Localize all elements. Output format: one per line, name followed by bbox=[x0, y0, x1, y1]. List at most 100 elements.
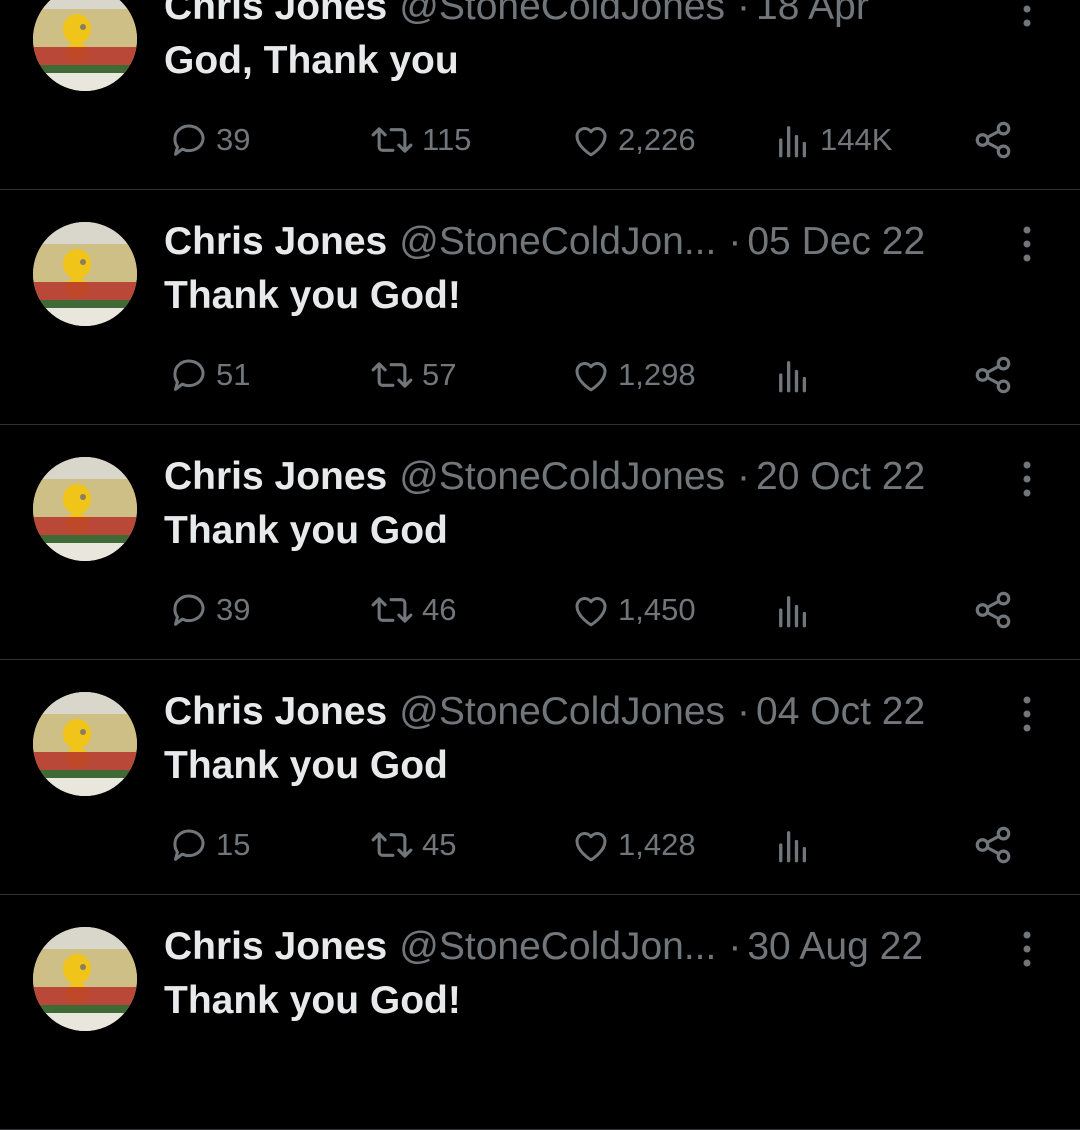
tweet-header: Chris Jones @StoneColdJones · 18 Apr bbox=[164, 0, 994, 31]
author-name[interactable]: Chris Jones bbox=[164, 688, 387, 736]
like-count: 1,428 bbox=[618, 827, 696, 862]
avatar[interactable] bbox=[33, 222, 137, 326]
avatar[interactable] bbox=[33, 457, 137, 561]
avatar[interactable] bbox=[33, 927, 137, 1031]
tweet-text: Thank you God! bbox=[164, 979, 461, 1022]
tweet-date[interactable]: 04 Oct 22 bbox=[756, 688, 925, 736]
like-button[interactable]: 1,298 bbox=[570, 353, 696, 397]
views-icon bbox=[779, 361, 807, 393]
author-name[interactable]: Chris Jones bbox=[164, 453, 387, 501]
more-button[interactable] bbox=[1012, 459, 1042, 499]
more-icon bbox=[1023, 5, 1031, 27]
separator: · bbox=[728, 925, 742, 968]
author-handle[interactable]: @StoneColdJon... bbox=[399, 218, 716, 266]
tweet-text: Thank you God bbox=[164, 509, 448, 552]
separator: · bbox=[728, 220, 742, 263]
tweet[interactable]: Chris Jones @StoneColdJon... · 05 Dec 22… bbox=[0, 190, 1080, 425]
reply-button[interactable]: 51 bbox=[168, 353, 250, 397]
reply-count: 39 bbox=[216, 592, 251, 627]
tweet-header: Chris Jones @StoneColdJones · 04 Oct 22 bbox=[164, 688, 994, 736]
tweet-actions: 15 45 1,428 bbox=[0, 823, 1080, 867]
more-button[interactable] bbox=[1012, 0, 1042, 29]
more-icon bbox=[1023, 931, 1031, 967]
tweet[interactable]: Chris Jones @StoneColdJones · 04 Oct 22 … bbox=[0, 660, 1080, 895]
like-button[interactable]: 1,428 bbox=[570, 823, 696, 867]
more-button[interactable] bbox=[1012, 929, 1042, 969]
separator: · bbox=[737, 455, 751, 498]
more-icon bbox=[1023, 461, 1031, 497]
tweet[interactable]: Chris Jones @StoneColdJones · 18 Apr God… bbox=[0, 0, 1080, 190]
share-icon bbox=[975, 826, 1011, 864]
like-icon bbox=[575, 832, 607, 862]
author-name[interactable]: Chris Jones bbox=[164, 0, 387, 31]
share-button[interactable] bbox=[972, 588, 1020, 632]
like-count: 1,298 bbox=[618, 357, 696, 392]
tweet[interactable]: Chris Jones @StoneColdJones · 20 Oct 22 … bbox=[0, 425, 1080, 660]
reply-icon bbox=[173, 594, 205, 626]
separator: · bbox=[737, 690, 751, 733]
like-button[interactable]: 2,226 bbox=[570, 118, 696, 162]
avatar-image bbox=[33, 0, 137, 91]
tweet-header: Chris Jones @StoneColdJon... · 05 Dec 22 bbox=[164, 218, 994, 266]
views-icon bbox=[779, 126, 807, 158]
author-name[interactable]: Chris Jones bbox=[164, 218, 387, 266]
share-button[interactable] bbox=[972, 118, 1020, 162]
share-button[interactable] bbox=[972, 353, 1020, 397]
like-icon bbox=[575, 362, 607, 392]
tweet-actions: 39 46 1,450 bbox=[0, 588, 1080, 632]
retweet-count: 57 bbox=[422, 357, 457, 392]
author-name[interactable]: Chris Jones bbox=[164, 923, 387, 971]
tweet-header: Chris Jones @StoneColdJon... · 30 Aug 22 bbox=[164, 923, 994, 971]
avatar[interactable] bbox=[33, 0, 137, 91]
like-count: 2,226 bbox=[618, 122, 696, 157]
avatar-image bbox=[33, 222, 137, 326]
tweet-date[interactable]: 18 Apr bbox=[756, 0, 869, 31]
tweet-date[interactable]: 30 Aug 22 bbox=[747, 923, 923, 971]
tweet-text: Thank you God! bbox=[164, 274, 461, 317]
reply-button[interactable]: 39 bbox=[168, 118, 250, 162]
more-icon bbox=[1023, 226, 1031, 262]
view-count: 144K bbox=[820, 122, 893, 157]
author-handle[interactable]: @StoneColdJon... bbox=[399, 923, 716, 971]
retweet-button[interactable]: 46 bbox=[368, 588, 456, 632]
views-button[interactable] bbox=[772, 353, 820, 397]
views-button[interactable]: 144K bbox=[772, 118, 892, 162]
tweet-date[interactable]: 05 Dec 22 bbox=[747, 218, 925, 266]
reply-button[interactable]: 39 bbox=[168, 588, 250, 632]
retweet-button[interactable]: 45 bbox=[368, 823, 456, 867]
like-button[interactable]: 1,450 bbox=[570, 588, 696, 632]
tweet[interactable]: Chris Jones @StoneColdJon... · 30 Aug 22… bbox=[0, 895, 1080, 1130]
tweet-text: God, Thank you bbox=[164, 39, 459, 82]
avatar-image bbox=[33, 692, 137, 796]
author-handle[interactable]: @StoneColdJones bbox=[399, 453, 725, 501]
avatar[interactable] bbox=[33, 692, 137, 796]
retweet-icon bbox=[371, 832, 413, 858]
reply-count: 39 bbox=[216, 122, 251, 157]
more-button[interactable] bbox=[1012, 694, 1042, 734]
views-icon bbox=[779, 831, 807, 863]
tweet-feed: Chris Jones @StoneColdJones · 18 Apr God… bbox=[0, 0, 1080, 1130]
retweet-button[interactable]: 115 bbox=[368, 118, 471, 162]
retweet-icon bbox=[371, 597, 413, 623]
more-button[interactable] bbox=[1012, 224, 1042, 264]
retweet-count: 46 bbox=[422, 592, 457, 627]
tweet-actions: 51 57 1,298 bbox=[0, 353, 1080, 397]
share-icon bbox=[975, 591, 1011, 629]
reply-icon bbox=[173, 829, 205, 861]
views-button[interactable] bbox=[772, 588, 820, 632]
reply-icon bbox=[173, 359, 205, 391]
tweet-date[interactable]: 20 Oct 22 bbox=[756, 453, 925, 501]
views-icon bbox=[779, 596, 807, 628]
avatar-image bbox=[33, 927, 137, 1031]
tweet-actions: 39 115 2,226 144K bbox=[0, 118, 1080, 162]
views-button[interactable] bbox=[772, 823, 820, 867]
share-icon bbox=[975, 356, 1011, 394]
reply-button[interactable]: 15 bbox=[168, 823, 250, 867]
author-handle[interactable]: @StoneColdJones bbox=[399, 688, 725, 736]
share-button[interactable] bbox=[972, 823, 1020, 867]
author-handle[interactable]: @StoneColdJones bbox=[399, 0, 725, 31]
retweet-icon bbox=[371, 127, 413, 153]
avatar-image bbox=[33, 457, 137, 561]
retweet-count: 115 bbox=[422, 122, 472, 157]
retweet-button[interactable]: 57 bbox=[368, 353, 456, 397]
